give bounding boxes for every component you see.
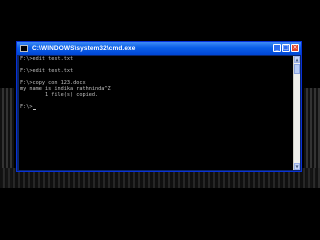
title-bar[interactable]: C:\WINDOWS\system32\cmd.exe _ □ × (17, 42, 301, 55)
window-controls: _ □ × (273, 44, 299, 52)
close-button[interactable]: × (291, 44, 299, 52)
scroll-down-arrow-icon[interactable]: ▼ (294, 163, 300, 170)
console-prompt: F:\> (20, 104, 33, 110)
minimize-button[interactable]: _ (273, 44, 281, 52)
console-prompt-line: F:\> (20, 104, 293, 110)
scroll-thumb[interactable] (294, 64, 300, 74)
vertical-scrollbar[interactable]: ▲ ▼ (293, 56, 300, 170)
screen: C:\WINDOWS\system32\cmd.exe _ □ × F:\>ed… (0, 0, 320, 240)
cmd-window[interactable]: C:\WINDOWS\system32\cmd.exe _ □ × F:\>ed… (16, 41, 302, 172)
console-output[interactable]: F:\>edit test.txt F:\>edit test.txt F:\>… (19, 56, 293, 170)
maximize-button[interactable]: □ (282, 44, 290, 52)
window-title: C:\WINDOWS\system32\cmd.exe (32, 45, 136, 52)
cmd-app-icon[interactable] (20, 45, 28, 52)
scroll-up-arrow-icon[interactable]: ▲ (294, 56, 300, 63)
text-cursor (32, 109, 36, 110)
